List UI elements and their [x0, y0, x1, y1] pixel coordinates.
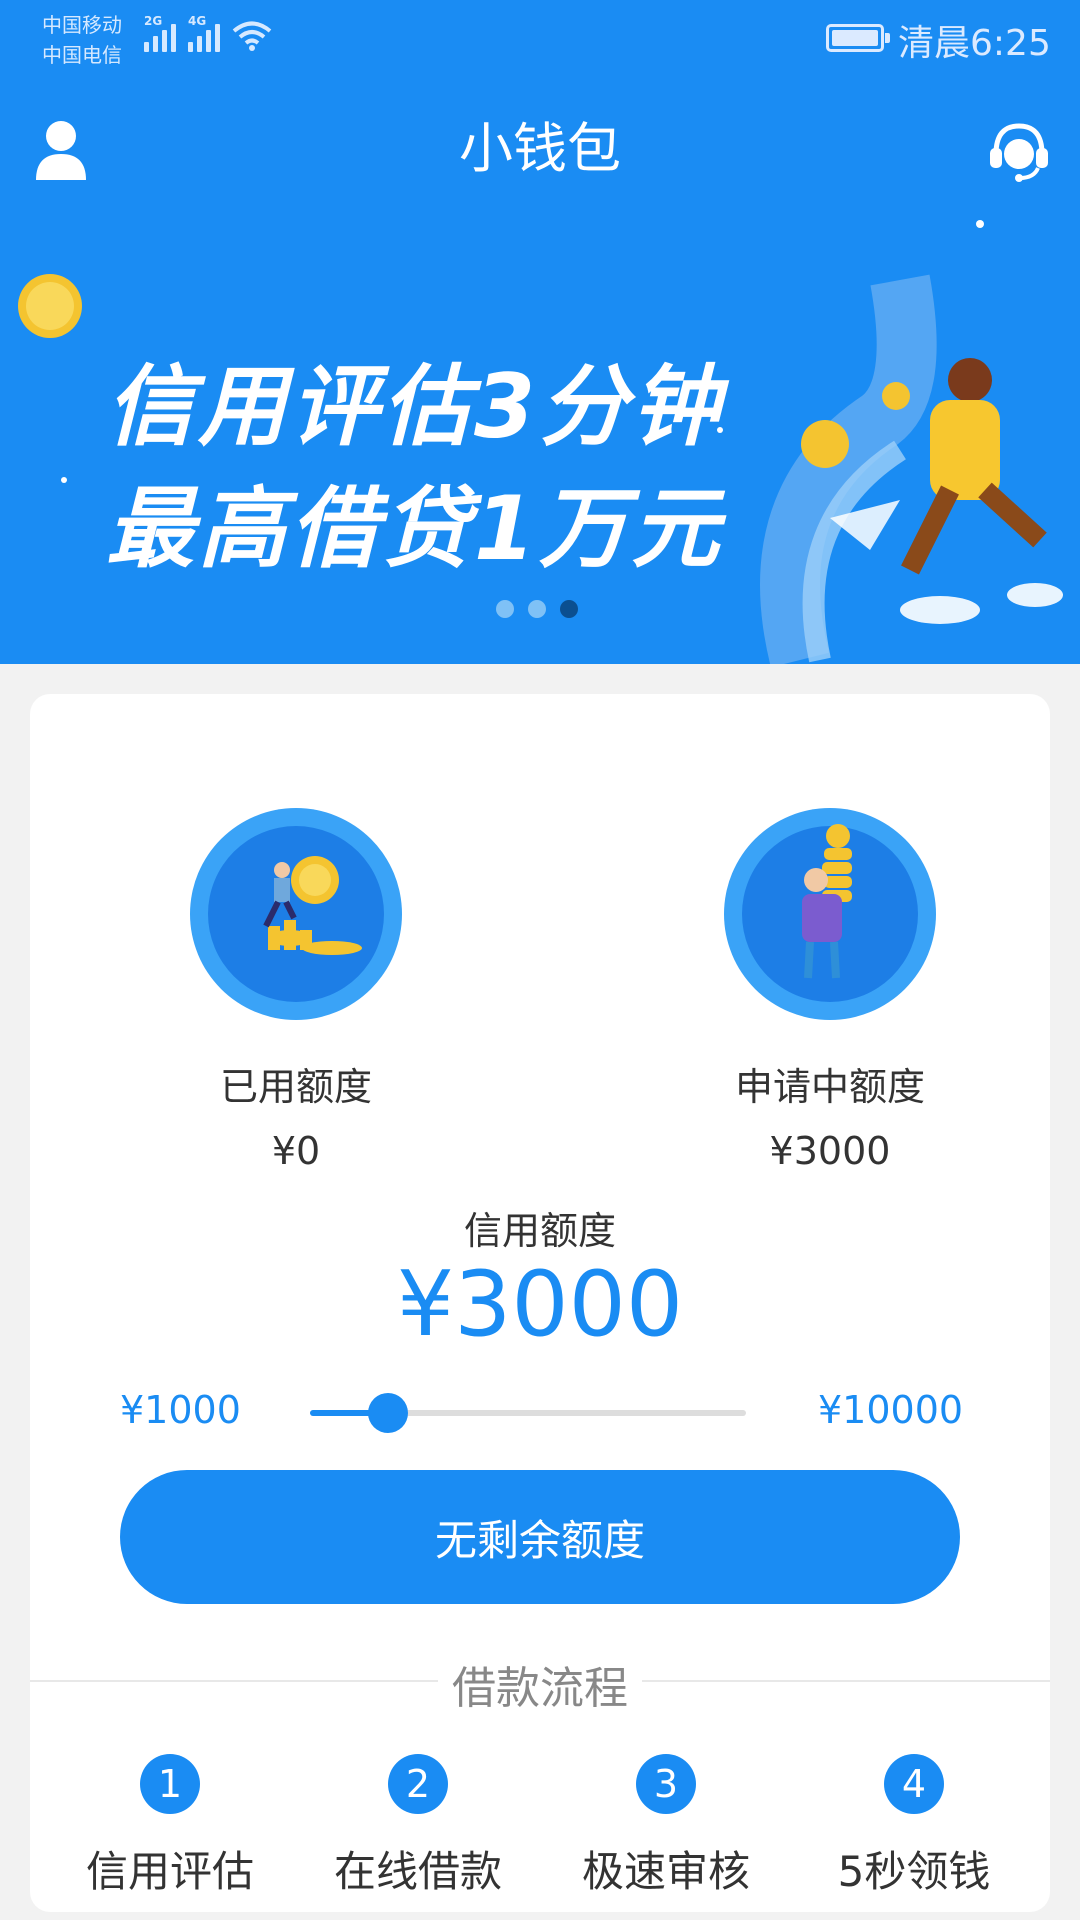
step-label: 信用评估: [85, 1847, 254, 1896]
used-credit-label: 已用额度: [219, 1065, 372, 1109]
process-step: 1 信用评估: [46, 1754, 294, 1900]
status-bar: 中国移动 中国电信 2G 4G 清晨6:25: [0, 0, 1080, 78]
carousel-indicator: [496, 600, 578, 618]
promo-banner[interactable]: 信用评估3分钟 最高借贷1万元: [0, 200, 1080, 664]
used-credit-stat: 已用额度 ¥0: [126, 808, 466, 1176]
loan-process-steps: 1 信用评估 2 在线借款 3 极速审核 4 5秒领钱: [30, 1754, 1050, 1900]
credit-limit-value: ¥3000: [396, 1252, 684, 1357]
carrier-2: 中国电信: [42, 43, 122, 67]
credit-range-max: ¥10000: [818, 1388, 964, 1432]
carousel-dot[interactable]: [496, 600, 514, 618]
step-number-badge: 3: [636, 1754, 696, 1814]
credit-range-min: ¥1000: [120, 1388, 241, 1432]
step-label: 5秒领钱: [837, 1847, 991, 1896]
status-time: 清晨6:25: [898, 23, 1051, 64]
step-number-badge: 2: [388, 1754, 448, 1814]
credit-slider-thumb[interactable]: [367, 1393, 408, 1433]
signal-2g-icon: 2G: [144, 14, 176, 52]
credit-limit-label: 信用额度: [463, 1209, 616, 1253]
credit-slider[interactable]: [310, 1393, 746, 1433]
wifi-icon: [232, 21, 272, 51]
banner-headline-2: 最高借贷1万元: [106, 477, 724, 580]
loan-process-title-text: 借款流程: [438, 1663, 642, 1714]
signal-indicators: 2G 4G: [144, 14, 272, 52]
signal-4g-icon: 4G: [188, 14, 220, 52]
step-number-badge: 4: [884, 1754, 944, 1814]
page-title: 小钱包: [459, 117, 621, 180]
process-step: 4 5秒领钱: [790, 1754, 1038, 1900]
applying-credit-label: 申请中额度: [734, 1065, 925, 1109]
applying-credit-illustration-icon: [724, 808, 936, 1020]
process-step: 3 极速审核: [542, 1754, 790, 1900]
app-header: 小钱包: [0, 78, 1080, 200]
credit-card-panel: 已用额度 ¥0 申请中额度 ¥3000 信用额度 ¥3000 ¥1000 ¥10…: [30, 694, 1050, 1912]
battery-icon: [826, 24, 890, 52]
step-label: 极速审核: [581, 1847, 750, 1896]
network-4g-label: 4G: [188, 14, 207, 28]
step-label: 在线借款: [333, 1847, 502, 1896]
applying-credit-stat: 申请中额度 ¥3000: [640, 808, 1020, 1176]
carrier-1: 中国移动: [42, 13, 122, 37]
banner-headline-1: 信用评估3分钟: [106, 355, 724, 458]
process-step: 2 在线借款: [294, 1754, 542, 1900]
used-credit-value: ¥0: [271, 1129, 321, 1173]
network-2g-label: 2G: [144, 14, 163, 28]
no-remaining-credit-button[interactable]: 无剩余额度: [120, 1470, 960, 1604]
step-number-badge: 1: [140, 1754, 200, 1814]
carrier-info: 中国移动 中国电信: [42, 10, 122, 70]
loan-process-title: 借款流程: [30, 1652, 1050, 1716]
applying-credit-value: ¥3000: [769, 1129, 891, 1173]
used-credit-illustration-icon: [190, 808, 402, 1020]
carousel-dot-active[interactable]: [560, 600, 578, 618]
customer-service-icon[interactable]: [988, 120, 1050, 182]
carousel-dot[interactable]: [528, 600, 546, 618]
